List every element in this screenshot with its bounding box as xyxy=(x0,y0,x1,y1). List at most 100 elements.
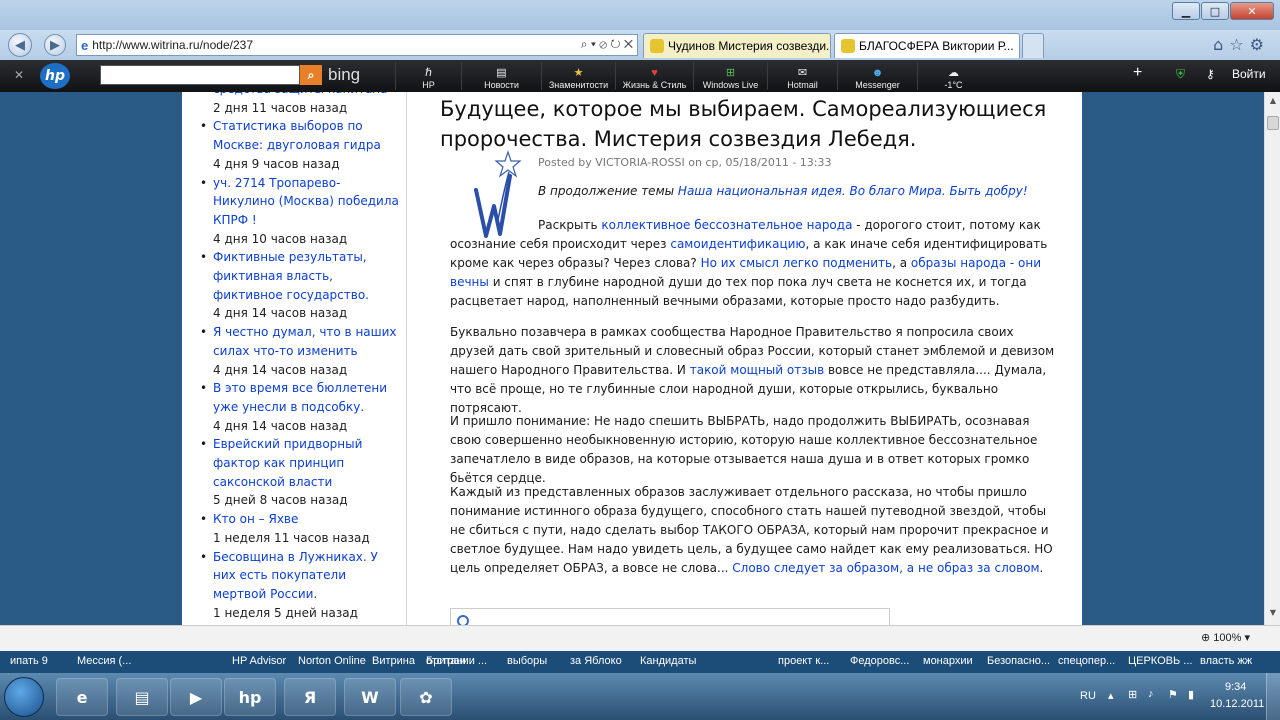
intro-link[interactable]: Наша национальная идея. Во благо Мира. Б… xyxy=(678,184,1028,198)
login-link[interactable]: Войти xyxy=(1232,67,1266,81)
strip-link[interactable]: HP Advisor xyxy=(232,655,286,667)
scroll-down-icon[interactable]: ▼ xyxy=(1267,608,1279,620)
bing-search-button[interactable]: ⌕ xyxy=(300,65,322,85)
dropdown-icon[interactable]: ▾ xyxy=(591,37,596,51)
sidebar-post-link[interactable]: Бесовщина в Лужниках. У них есть покупат… xyxy=(200,548,400,604)
blocked-content-icon xyxy=(457,615,469,625)
inline-link[interactable]: Слово следует за образом, а не образ за … xyxy=(732,561,1039,575)
strip-link[interactable]: Безопасно... xyxy=(987,655,1050,667)
action-center-icon[interactable]: ⚑ xyxy=(1168,688,1178,701)
scroll-up-icon[interactable]: ▲ xyxy=(1267,96,1279,108)
bing-search-input[interactable] xyxy=(100,65,300,85)
scroll-thumb[interactable] xyxy=(1267,116,1279,130)
strip-link[interactable]: Федоровс... xyxy=(850,655,909,667)
start-button[interactable] xyxy=(4,677,44,717)
taskbar-app-button[interactable]: e xyxy=(56,678,108,716)
network-icon[interactable]: ⊞ xyxy=(1128,688,1137,701)
strip-link[interactable]: власть жж xyxy=(1200,655,1252,667)
word-icon: W xyxy=(361,687,379,707)
system-tray: RU ▴ ⊞ ♪ ⚑ ▮ 9:34 10.12.2011 xyxy=(1050,673,1280,720)
sidebar-post-link[interactable]: В это время все бюллетени уже унесли в п… xyxy=(200,379,400,416)
maximize-button[interactable]: □ xyxy=(1201,2,1229,20)
clock-time[interactable]: 9:34 xyxy=(1225,681,1246,693)
strip-link[interactable]: Витрина xyxy=(372,655,415,667)
search-icon: ⌕ xyxy=(307,67,315,82)
strip-link[interactable]: проект к... xyxy=(778,655,829,667)
taskbar-app-button[interactable]: ✿ xyxy=(400,678,452,716)
strip-link[interactable]: ЦЕРКОВЬ ... xyxy=(1128,655,1192,667)
tab-blagosfera[interactable]: БЛАГОСФЕРА Виктории Р... ✕ xyxy=(834,33,1020,58)
sidebar-post-link[interactable]: Кто он – Яхве xyxy=(200,510,400,529)
power-icon[interactable]: ▮ xyxy=(1188,688,1194,701)
compat-view-icon[interactable]: ⊘ xyxy=(599,37,607,51)
close-button[interactable]: ✕ xyxy=(1230,2,1274,20)
inline-link[interactable]: самоидентификацию xyxy=(670,237,805,251)
status-bar: ⊕ 100% ▾ xyxy=(0,625,1280,651)
taskbar-app-button[interactable]: ▶ xyxy=(170,678,222,716)
strip-link[interactable]: ипать 9 xyxy=(10,655,48,667)
article-paragraph-3: И пришло понимание: Не надо спешить ВЫБР… xyxy=(450,414,1038,485)
address-bar[interactable]: e http://www.witrina.ru/node/237 ⌕ ▾ ⊘ ↻… xyxy=(76,34,638,56)
forward-button[interactable]: ▶ xyxy=(44,34,66,56)
language-indicator[interactable]: RU xyxy=(1080,690,1096,702)
volume-icon[interactable]: ♪ xyxy=(1148,688,1154,700)
sidebar-post-time: 1 неделя 11 часов назад xyxy=(213,530,370,545)
tray-expand-icon[interactable]: ▴ xyxy=(1108,689,1114,702)
hp-item-label: HP xyxy=(422,80,435,90)
sidebar-post-link[interactable]: Статистика выборов по Москве: двуголовая… xyxy=(200,117,400,154)
add-button[interactable]: + xyxy=(1133,64,1142,82)
hp-item-hp[interactable]: ℏ HP xyxy=(395,62,461,90)
hp-item-news[interactable]: ▤ Новости xyxy=(461,62,541,90)
toolbar-close-icon[interactable]: ✕ xyxy=(14,68,24,82)
strip-link[interactable]: Norton Online xyxy=(298,655,366,667)
strip-link[interactable]: Кандидаты xyxy=(640,655,696,667)
favorites-star-icon[interactable]: ☆ xyxy=(1229,35,1249,54)
strip-link[interactable]: за Яблоко xyxy=(570,655,622,667)
taskbar-app-button[interactable]: hp xyxy=(224,678,276,716)
back-button[interactable]: ◀ xyxy=(8,33,32,57)
ie-page-icon: e xyxy=(81,37,89,53)
new-tab-button[interactable] xyxy=(1022,33,1044,58)
refresh-icon[interactable]: ↻ xyxy=(610,37,620,51)
weather-icon: ☁ xyxy=(948,67,959,79)
hp-item-celebrities[interactable]: ★ Знаменитости xyxy=(541,62,615,90)
sidebar-post-link[interactable]: Фиктивные результаты, фиктивная власть, … xyxy=(200,248,400,304)
vertical-scrollbar[interactable]: ▲ ▼ xyxy=(1264,92,1280,625)
tab-chudinov[interactable]: Чудинов Мистерия созвезди... xyxy=(643,33,831,58)
taskbar-app-button[interactable]: W xyxy=(344,678,396,716)
strip-link[interactable]: Мессия (... xyxy=(77,655,131,667)
hp-item-hotmail[interactable]: ✉ Hotmail xyxy=(767,62,837,90)
stop-icon[interactable]: ✕ xyxy=(624,37,633,51)
strip-link[interactable]: монархии xyxy=(923,655,973,667)
clock-date[interactable]: 10.12.2011 xyxy=(1210,698,1264,710)
sidebar-post-link[interactable]: Еврейский придворный фактор как принцип … xyxy=(200,435,400,491)
shield-icon[interactable]: ⛨ xyxy=(1176,67,1185,82)
zoom-control[interactable]: ⊕ 100% ▾ xyxy=(1201,631,1250,644)
gear-icon[interactable]: ⚙ xyxy=(1250,35,1270,54)
inline-link[interactable]: такой мощный отзыв xyxy=(690,363,824,377)
heart-icon: ♥ xyxy=(651,67,658,79)
sidebar-post-link[interactable]: средства защиты капитала xyxy=(200,92,400,99)
address-tools[interactable]: ⌕ ▾ ⊘ ↻ ✕ xyxy=(581,37,633,52)
hp-item-windows-live[interactable]: ⊞ Windows Live xyxy=(693,62,767,90)
hp-item-weather[interactable]: ☁ -1°C xyxy=(917,62,989,90)
hp-logo-icon[interactable]: hp xyxy=(40,63,70,89)
inline-link[interactable]: Но их смысл легко подменить xyxy=(701,256,893,270)
search-icon[interactable]: ⌕ xyxy=(581,37,588,51)
strip-link[interactable]: спецопер... xyxy=(1058,655,1115,667)
show-desktop-button[interactable] xyxy=(1266,673,1280,720)
sidebar-post-link[interactable]: Я честно думал, что в наших силах что-то… xyxy=(200,323,400,360)
taskbar-app-button[interactable]: ▤ xyxy=(116,678,168,716)
sidebar-post-link[interactable]: уч. 2714 Тропарево-Никулино (Москва) поб… xyxy=(200,174,400,230)
taskbar-app-button[interactable]: Я xyxy=(284,678,336,716)
tab-favicon xyxy=(650,39,664,53)
strip-link[interactable]: выборы xyxy=(507,655,547,667)
inline-link[interactable]: коллективное бессознательное народа xyxy=(601,218,852,232)
home-icon[interactable]: ⌂ xyxy=(1213,35,1229,54)
tab-close-icon[interactable]: ✕ xyxy=(1018,39,1019,53)
hp-item-lifestyle[interactable]: ♥ Жизнь & Стиль xyxy=(615,62,693,90)
minimize-button[interactable]: ▁ xyxy=(1172,2,1200,20)
links-strip: ипать 9 Мессия (... HP Advisor Norton Onlin… xyxy=(0,651,1280,673)
hp-item-messenger[interactable]: ☻ Messenger xyxy=(837,62,917,90)
strip-link[interactable]: Британии ... xyxy=(426,655,487,667)
